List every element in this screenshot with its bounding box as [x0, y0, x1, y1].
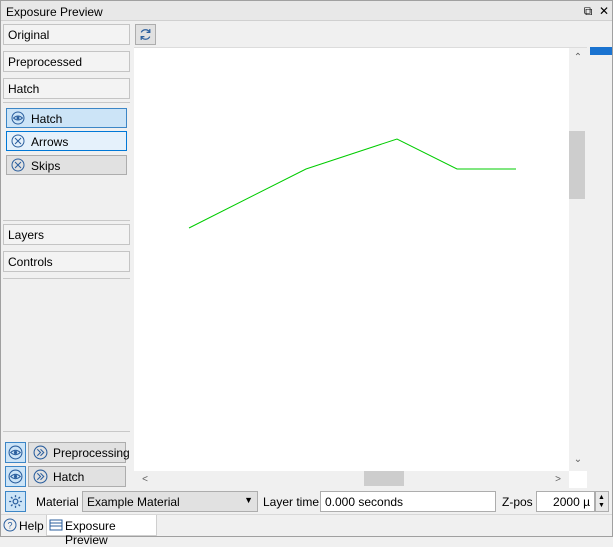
- side-strip: [588, 22, 612, 512]
- preprocessing-step-label: Preprocessing: [53, 446, 130, 460]
- spin-up-icon[interactable]: ▲: [598, 494, 605, 502]
- refresh-button[interactable]: [135, 24, 156, 45]
- tab-exposure-preview[interactable]: Exposure Preview: [46, 515, 157, 547]
- horizontal-scroll-thumb[interactable]: [364, 471, 404, 486]
- section-controls-button[interactable]: Controls: [3, 251, 130, 272]
- section-layers-button[interactable]: Layers: [3, 224, 130, 245]
- settings-button[interactable]: [5, 491, 26, 512]
- zpos-value: 2000 µ: [553, 495, 590, 509]
- horizontal-scrollbar[interactable]: < >: [134, 471, 569, 489]
- dock-tab-bar: ? Help Exposure Preview: [1, 514, 612, 547]
- hatch-step-button[interactable]: Hatch: [28, 466, 126, 487]
- material-select[interactable]: Example Material ▼: [82, 491, 258, 512]
- eye-icon: [11, 111, 25, 125]
- layer-time-field[interactable]: 0.000 seconds: [320, 491, 496, 512]
- title-bar: Exposure Preview ⧉ ✕: [1, 1, 612, 21]
- gear-icon: [9, 495, 22, 508]
- x-circle-icon: [11, 134, 25, 148]
- list-icon: [49, 519, 63, 531]
- section-original-button[interactable]: Original: [3, 24, 130, 45]
- arrows-toggle-label: Arrows: [31, 135, 69, 149]
- vertical-scroll-thumb[interactable]: [569, 131, 585, 199]
- section-hatch-button[interactable]: Hatch: [3, 78, 130, 99]
- scroll-left-icon[interactable]: <: [137, 472, 153, 488]
- layer-time-value: 0.000 seconds: [325, 495, 404, 509]
- tab-exposure-preview-label: Exposure Preview: [65, 519, 116, 547]
- skips-toggle[interactable]: Skips: [6, 155, 127, 175]
- refresh-icon: [140, 29, 151, 40]
- preview-canvas: [188, 138, 516, 229]
- arrows-toggle[interactable]: Arrows: [6, 131, 127, 151]
- layer-time-label: Layer time: [263, 495, 320, 509]
- tab-help[interactable]: ? Help: [1, 515, 45, 536]
- section-divider: [3, 278, 130, 279]
- material-value: Example Material: [87, 495, 180, 509]
- float-window-icon[interactable]: ⧉: [581, 4, 595, 18]
- scroll-up-icon[interactable]: ⌃: [570, 50, 586, 66]
- step-icon: [33, 469, 48, 484]
- section-divider: [3, 220, 130, 221]
- section-divider: [3, 431, 130, 432]
- close-window-icon[interactable]: ✕: [597, 4, 611, 18]
- skips-toggle-label: Skips: [31, 159, 61, 173]
- settings-bar: Material Example Material ▼ Layer time 0…: [1, 488, 612, 514]
- help-icon: ?: [3, 518, 17, 532]
- hatch-toggle-label: Hatch: [31, 112, 63, 126]
- hatch-toggle[interactable]: Hatch: [6, 108, 127, 128]
- zpos-spinner[interactable]: ▲ ▼: [595, 491, 609, 512]
- vertical-scrollbar[interactable]: ⌃ ⌄: [569, 48, 587, 471]
- window-title: Exposure Preview: [6, 5, 103, 19]
- preprocessing-visibility-button[interactable]: [5, 442, 26, 463]
- material-label: Material: [36, 495, 79, 509]
- sidebar: Original Preprocessed Hatch Hatch Arrows…: [1, 22, 132, 512]
- scroll-down-icon[interactable]: ⌄: [570, 452, 586, 468]
- preview-viewport[interactable]: ⌃ ⌄ < >: [134, 47, 587, 489]
- spin-down-icon[interactable]: ▼: [598, 502, 605, 510]
- zpos-label: Z-pos: [502, 495, 533, 509]
- preprocessing-step-button[interactable]: Preprocessing: [28, 442, 130, 463]
- hatch-path: [188, 138, 516, 229]
- eye-icon: [8, 445, 23, 460]
- svg-text:?: ?: [7, 521, 12, 531]
- eye-icon: [8, 469, 23, 484]
- section-preprocessed-button[interactable]: Preprocessed: [3, 51, 130, 72]
- step-icon: [33, 445, 48, 460]
- zpos-field[interactable]: 2000 µ: [536, 491, 595, 512]
- scroll-right-icon[interactable]: >: [550, 472, 566, 488]
- x-circle-icon: [11, 158, 25, 172]
- chevron-down-icon: ▼: [244, 495, 253, 505]
- progress-indicator: [590, 47, 612, 55]
- section-divider: [3, 102, 130, 103]
- tab-help-label: Help: [19, 519, 44, 533]
- hatch-visibility-button[interactable]: [5, 466, 26, 487]
- hatch-step-label: Hatch: [53, 470, 85, 484]
